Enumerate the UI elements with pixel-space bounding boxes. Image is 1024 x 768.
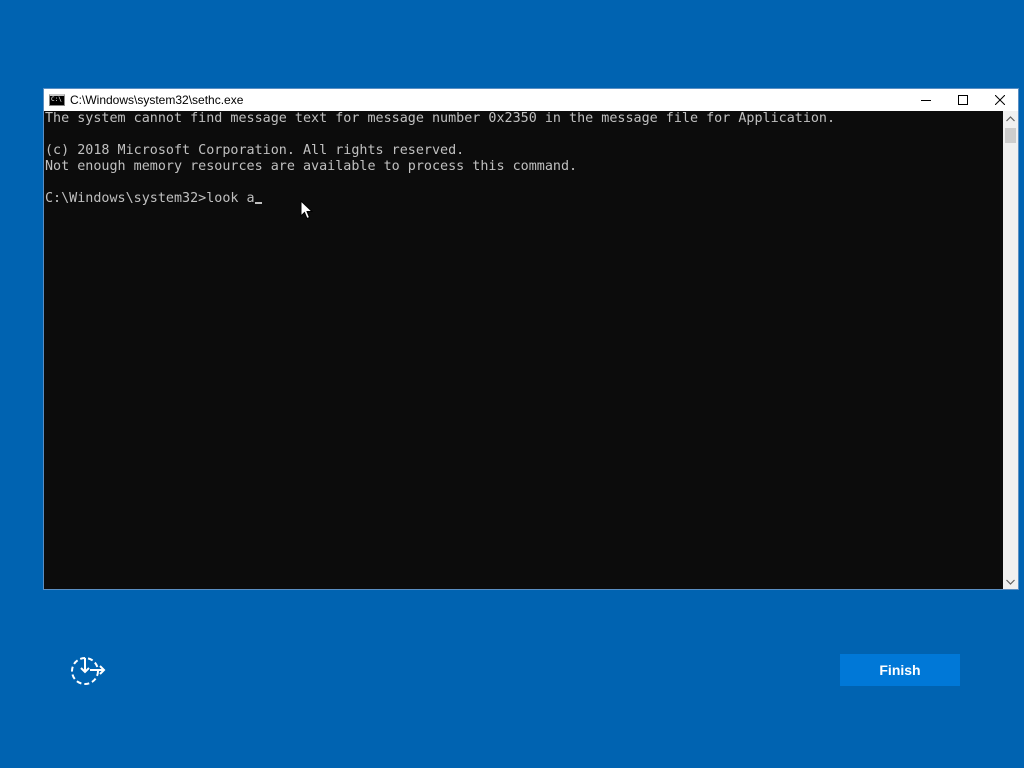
window-controls [907,89,1018,111]
reset-restart-icon[interactable] [68,654,108,688]
minimize-icon [920,100,931,101]
scroll-down-button[interactable] [1003,574,1018,589]
console-line: (c) 2018 Microsoft Corporation. All righ… [45,143,465,158]
vertical-scrollbar[interactable] [1003,111,1018,589]
desktop-background: C:\Windows\system32\sethc.exe The system… [0,0,1024,768]
command-input[interactable]: look a [206,191,254,206]
maximize-button[interactable] [944,89,981,111]
console-line [44,127,1003,143]
mouse-pointer-icon [300,200,314,220]
command-line[interactable]: C:\Windows\system32>look a [44,191,1003,207]
scroll-up-button[interactable] [1003,111,1018,126]
window-title: C:\Windows\system32\sethc.exe [70,93,244,107]
console-line: Not enough memory resources are availabl… [45,159,578,174]
console-icon [49,94,65,106]
close-icon [994,95,1005,105]
console-line: The system cannot find message text for … [45,111,836,126]
close-button[interactable] [981,89,1018,111]
chevron-down-icon [1006,579,1015,585]
window-titlebar[interactable]: C:\Windows\system32\sethc.exe [44,89,1018,111]
chevron-up-icon [1006,115,1015,121]
console-window[interactable]: C:\Windows\system32\sethc.exe The system… [43,88,1019,590]
console-line [44,175,1003,191]
text-cursor [254,202,262,204]
maximize-icon [957,95,968,105]
minimize-button[interactable] [907,89,944,111]
scrollbar-thumb[interactable] [1005,128,1016,143]
console-output[interactable]: The system cannot find message text for … [44,111,1003,589]
finish-button[interactable]: Finish [840,654,960,686]
command-prompt: C:\Windows\system32> [45,191,207,206]
